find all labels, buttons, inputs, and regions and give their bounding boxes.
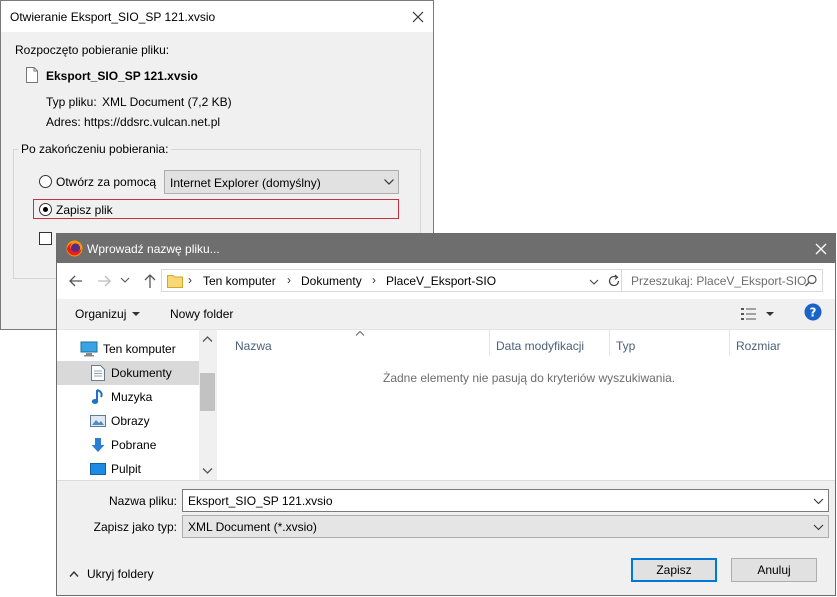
file-type-label: Typ pliku: bbox=[46, 95, 97, 109]
scrollbar-thumb[interactable] bbox=[200, 373, 215, 411]
recent-locations-chevron-icon[interactable] bbox=[119, 274, 131, 286]
breadcrumb-documents[interactable]: Dokumenty bbox=[301, 274, 362, 288]
close-icon[interactable] bbox=[407, 6, 429, 28]
file-icon bbox=[26, 67, 38, 83]
empty-results-message: Żadne elementy nie pasują do kryteriów w… bbox=[383, 371, 676, 385]
address-bar[interactable]: › Ten komputer › Dokumenty › PlaceV_Eksp… bbox=[161, 269, 635, 292]
view-options-icon[interactable] bbox=[740, 307, 758, 321]
hide-folders-label: Ukryj foldery bbox=[87, 567, 154, 581]
navigation-pane[interactable]: Ten komputer Dokumenty Muzyka Obrazy Pob… bbox=[57, 330, 199, 480]
chevron-up-icon bbox=[69, 570, 79, 578]
filename-value[interactable]: Eksport_SIO_SP 121.xvsio bbox=[188, 494, 333, 508]
scroll-up-icon[interactable] bbox=[202, 335, 213, 343]
computer-icon bbox=[80, 341, 98, 357]
filetype-label: Zapisz jako typ: bbox=[93, 520, 177, 534]
filename-label: Nazwa pliku: bbox=[108, 494, 177, 508]
search-icon[interactable] bbox=[804, 274, 818, 288]
sidebar-item-label: Obrazy bbox=[111, 414, 150, 428]
file-type-value: XML Document (7,2 KB) bbox=[102, 95, 232, 109]
chevron-down-icon[interactable] bbox=[131, 309, 141, 319]
sidebar-item-label: Pobrane bbox=[111, 438, 157, 452]
refresh-icon[interactable] bbox=[606, 273, 622, 289]
save-as-dialog: Wprowadź nazwę pliku... › Ten komputer ›… bbox=[56, 233, 836, 596]
download-dialog-title: Otwieranie Eksport_SIO_SP 121.xvsio bbox=[10, 10, 216, 24]
address-label: Adres: bbox=[46, 115, 81, 129]
save-button[interactable]: Zapisz bbox=[631, 558, 717, 582]
filetype-value: XML Document (*.xvsio) bbox=[188, 520, 317, 534]
breadcrumb-separator-icon[interactable]: › bbox=[188, 273, 192, 287]
open-with-app-select[interactable]: Internet Explorer (domyślny) bbox=[164, 170, 399, 194]
forward-arrow-icon[interactable] bbox=[95, 272, 113, 290]
downloads-icon bbox=[90, 437, 106, 453]
panes-bottom-divider bbox=[57, 480, 835, 481]
sidebar-item-downloads[interactable]: Pobrane bbox=[57, 433, 199, 457]
navigation-bar: › Ten komputer › Dokumenty › PlaceV_Eksp… bbox=[57, 263, 835, 299]
column-separator[interactable] bbox=[489, 330, 490, 356]
sidebar-item-this-pc[interactable]: Ten komputer bbox=[57, 337, 199, 361]
search-box[interactable]: Przeszukaj: PlaceV_Eksport-SIO bbox=[621, 269, 823, 292]
chevron-down-icon bbox=[383, 176, 395, 188]
navigation-pane-scrollbar[interactable] bbox=[199, 330, 216, 480]
open-with-label[interactable]: Otwórz za pomocą bbox=[56, 175, 156, 189]
save-file-label[interactable]: Zapisz plik bbox=[56, 203, 113, 217]
column-separator[interactable] bbox=[609, 330, 610, 356]
chevron-down-icon[interactable] bbox=[765, 309, 775, 319]
sidebar-item-desktop[interactable]: Pulpit bbox=[57, 457, 199, 481]
command-toolbar: Organizuj Nowy folder ? bbox=[57, 299, 835, 329]
breadcrumb-separator-icon[interactable]: › bbox=[287, 273, 291, 287]
download-started-text: Rozpoczęto pobieranie pliku: bbox=[15, 43, 170, 57]
column-header-type[interactable]: Typ bbox=[616, 339, 635, 353]
folder-icon bbox=[167, 273, 183, 288]
up-arrow-icon[interactable] bbox=[141, 272, 159, 290]
filetype-select[interactable]: XML Document (*.xvsio) bbox=[182, 515, 829, 538]
save-file-radio[interactable] bbox=[39, 203, 52, 216]
save-dialog-title: Wprowadź nazwę pliku... bbox=[87, 242, 220, 256]
breadcrumb-current-folder[interactable]: PlaceV_Eksport-SIO bbox=[386, 274, 496, 288]
download-dialog-titlebar[interactable]: Otwieranie Eksport_SIO_SP 121.xvsio bbox=[1, 1, 433, 32]
breadcrumb-this-pc[interactable]: Ten komputer bbox=[203, 274, 276, 288]
sidebar-item-label: Ten komputer bbox=[103, 342, 176, 356]
pictures-icon bbox=[90, 413, 106, 429]
music-icon bbox=[91, 389, 107, 405]
help-icon[interactable]: ? bbox=[804, 303, 822, 321]
chevron-down-icon[interactable] bbox=[588, 276, 600, 288]
remember-choice-checkbox[interactable] bbox=[39, 232, 52, 245]
breadcrumb-separator-icon[interactable]: › bbox=[372, 273, 376, 287]
organize-menu-button[interactable]: Organizuj bbox=[75, 307, 126, 321]
sidebar-item-music[interactable]: Muzyka bbox=[57, 385, 199, 409]
sidebar-item-documents[interactable]: Dokumenty bbox=[57, 361, 199, 385]
cancel-button[interactable]: Anuluj bbox=[731, 558, 817, 582]
download-filename: Eksport_SIO_SP 121.xvsio bbox=[46, 69, 198, 83]
column-header-name[interactable]: Nazwa bbox=[235, 339, 272, 353]
svg-text:?: ? bbox=[810, 306, 817, 320]
column-separator[interactable] bbox=[729, 330, 730, 356]
sort-ascending-icon bbox=[355, 330, 365, 336]
new-folder-button[interactable]: Nowy folder bbox=[170, 307, 233, 321]
save-dialog-titlebar[interactable]: Wprowadź nazwę pliku... bbox=[57, 234, 835, 263]
search-input[interactable]: Przeszukaj: PlaceV_Eksport-SIO bbox=[631, 274, 806, 288]
close-icon[interactable] bbox=[809, 237, 833, 261]
documents-icon bbox=[91, 365, 107, 381]
chevron-down-icon[interactable] bbox=[813, 496, 824, 506]
column-header-size[interactable]: Rozmiar bbox=[736, 339, 781, 353]
sidebar-item-label: Muzyka bbox=[111, 390, 153, 404]
filename-input[interactable]: Eksport_SIO_SP 121.xvsio bbox=[182, 489, 829, 512]
open-with-radio[interactable] bbox=[39, 175, 52, 188]
open-with-app-value: Internet Explorer (domyślny) bbox=[170, 176, 321, 190]
desktop-icon bbox=[90, 461, 106, 477]
file-list[interactable]: Nazwa Data modyfikacji Typ Rozmiar Żadne… bbox=[217, 330, 835, 480]
after-download-group-label: Po zakończeniu pobierania: bbox=[18, 142, 172, 156]
sidebar-item-pictures[interactable]: Obrazy bbox=[57, 409, 199, 433]
sidebar-item-label: Pulpit bbox=[111, 462, 142, 476]
column-header-date-modified[interactable]: Data modyfikacji bbox=[496, 339, 584, 353]
firefox-icon bbox=[66, 240, 83, 257]
sidebar-item-label: Dokumenty bbox=[111, 366, 172, 380]
scroll-down-icon[interactable] bbox=[202, 467, 213, 475]
back-arrow-icon[interactable] bbox=[67, 272, 85, 290]
chevron-down-icon[interactable] bbox=[813, 522, 824, 532]
address-value: https://ddsrc.vulcan.net.pl bbox=[84, 115, 221, 129]
